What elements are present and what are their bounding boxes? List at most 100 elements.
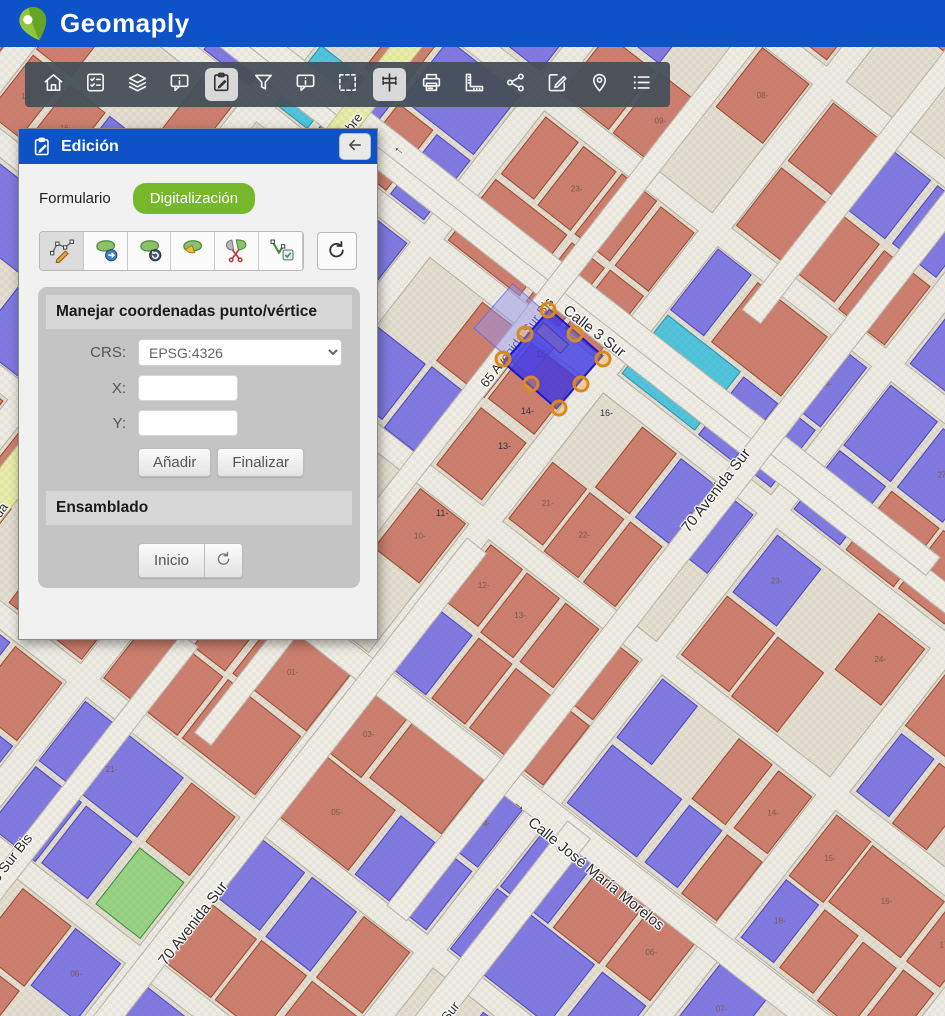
form-checklist-icon	[84, 71, 107, 99]
toolbar-select-area-button[interactable]	[331, 68, 364, 101]
x-row: X:	[38, 375, 360, 401]
add-button[interactable]: Añadir	[138, 448, 211, 477]
parcel-label: 16-	[600, 408, 613, 418]
parcel-label: 13-	[498, 441, 511, 451]
panel-back-button[interactable]	[339, 133, 371, 160]
y-input[interactable]	[138, 410, 238, 436]
parcel-label: 15-	[824, 854, 836, 863]
select-area-icon	[336, 71, 359, 99]
vertex-handle[interactable]	[595, 351, 612, 368]
toolbar-legend-list-button[interactable]	[625, 68, 658, 101]
tool-reshape-feature-button[interactable]	[171, 232, 215, 270]
crs-row: CRS: EPSG:4326	[38, 339, 360, 366]
parcel-label: 09-	[654, 116, 666, 125]
tool-rotate-feature-button[interactable]	[128, 232, 172, 270]
parcel-label: 14-	[767, 808, 779, 817]
digitize-form-card: Manejar coordenadas punto/vértice CRS: E…	[38, 287, 360, 588]
edit-panel: Edición Formulario Digitalización	[18, 128, 378, 640]
digitize-toolbar	[19, 214, 377, 271]
tab-formulario[interactable]: Formulario	[39, 190, 111, 207]
toolbar-filter-button[interactable]	[247, 68, 280, 101]
parcel-label: 10-	[414, 531, 426, 540]
panel-tabs: Formulario Digitalización	[19, 164, 377, 214]
digitize-refresh-button[interactable]	[317, 232, 357, 270]
coords-buttons: Añadir Finalizar	[38, 448, 360, 477]
parcel-label: 23-	[571, 184, 583, 193]
tool-vertex-edit-button[interactable]	[40, 232, 84, 270]
x-label: X:	[38, 380, 138, 397]
assembly-controls: Inicio	[138, 543, 243, 578]
parcel[interactable]: 24-	[834, 613, 925, 706]
start-button[interactable]: Inicio	[139, 544, 204, 577]
toolbar-share-button[interactable]	[499, 68, 532, 101]
toolbar-layers-button[interactable]	[121, 68, 154, 101]
vertex-handle[interactable]	[517, 326, 534, 343]
parcel-label: 21-	[541, 499, 553, 508]
vertex-tool-icon	[266, 236, 295, 266]
filter-icon	[252, 71, 275, 99]
crs-select[interactable]: EPSG:4326	[138, 339, 342, 366]
edit-clipboard-icon	[31, 136, 53, 158]
back-arrow-icon	[346, 136, 364, 157]
tool-move-feature-button[interactable]	[84, 232, 128, 270]
y-row: Y:	[38, 410, 360, 436]
vertex-handle[interactable]	[573, 376, 590, 393]
toolbar-measure-button[interactable]	[457, 68, 490, 101]
query-info-icon	[294, 71, 317, 99]
parcel-label: 27-	[937, 471, 945, 480]
x-input[interactable]	[138, 375, 238, 401]
parcel-label: 22-	[578, 531, 590, 540]
toolbar-edit-button-active[interactable]	[205, 68, 238, 101]
toolbar-feature-info-button[interactable]	[163, 68, 196, 101]
toolbar-query-info-button[interactable]	[289, 68, 322, 101]
parcel-label: 12-	[478, 581, 490, 590]
share-icon	[504, 71, 527, 99]
measure-icon	[462, 71, 485, 99]
parcel-label: 18-	[774, 917, 786, 926]
annotate-icon	[546, 71, 569, 99]
vertex-handle[interactable]	[551, 400, 568, 417]
toolbar-home-button[interactable]	[37, 68, 70, 101]
parcel-label: 01-	[286, 668, 298, 677]
vertex-handle[interactable]	[567, 326, 584, 343]
parcel[interactable]	[616, 679, 698, 766]
parcel-label: 05-	[331, 808, 343, 817]
app-header: Geomaply	[0, 0, 945, 47]
finish-button[interactable]: Finalizar	[217, 448, 304, 477]
toolbar-signpost-button-active[interactable]	[373, 68, 406, 101]
parcel[interactable]	[0, 646, 62, 741]
split-feature-icon	[222, 236, 251, 266]
parcel-label: 24-	[874, 655, 886, 664]
app-logo-pin-icon	[16, 5, 52, 43]
legend-list-icon	[630, 71, 653, 99]
toolbar-annotate-button[interactable]	[541, 68, 574, 101]
layers-icon	[126, 71, 149, 99]
vertex-handle[interactable]	[540, 302, 557, 319]
parcel-label: 14-	[521, 406, 534, 416]
toolbar-form-checklist-button[interactable]	[79, 68, 112, 101]
home-icon	[42, 71, 65, 99]
map-toolbar	[25, 62, 670, 107]
vertex-edit-icon	[47, 236, 76, 266]
tab-digitalizacion[interactable]: Digitalización	[133, 183, 255, 214]
move-feature-icon	[91, 236, 120, 266]
parcel[interactable]	[910, 305, 945, 399]
vertex-handle[interactable]	[523, 376, 540, 393]
refresh-icon	[215, 550, 232, 571]
tool-vertex-tool-button[interactable]	[259, 232, 303, 270]
app-window: 01-02-03-04-05-06-07-08-09-10-11-12-13-1…	[0, 0, 945, 1016]
edit-panel-titlebar: Edición	[19, 129, 377, 164]
panel-title: Edición	[61, 138, 339, 156]
rotate-feature-icon	[135, 236, 164, 266]
tool-split-feature-button[interactable]	[215, 232, 259, 270]
vertex-handle[interactable]	[495, 351, 512, 368]
parcel-label: 16-	[881, 897, 893, 906]
assembly-refresh-button[interactable]	[204, 544, 242, 577]
refresh-icon	[326, 239, 347, 263]
print-icon	[420, 71, 443, 99]
toolbar-print-button[interactable]	[415, 68, 448, 101]
y-label: Y:	[38, 415, 138, 432]
parcel-label: 03-	[362, 730, 374, 739]
toolbar-locate-button[interactable]	[583, 68, 616, 101]
parcel-label: 17-	[940, 941, 945, 950]
